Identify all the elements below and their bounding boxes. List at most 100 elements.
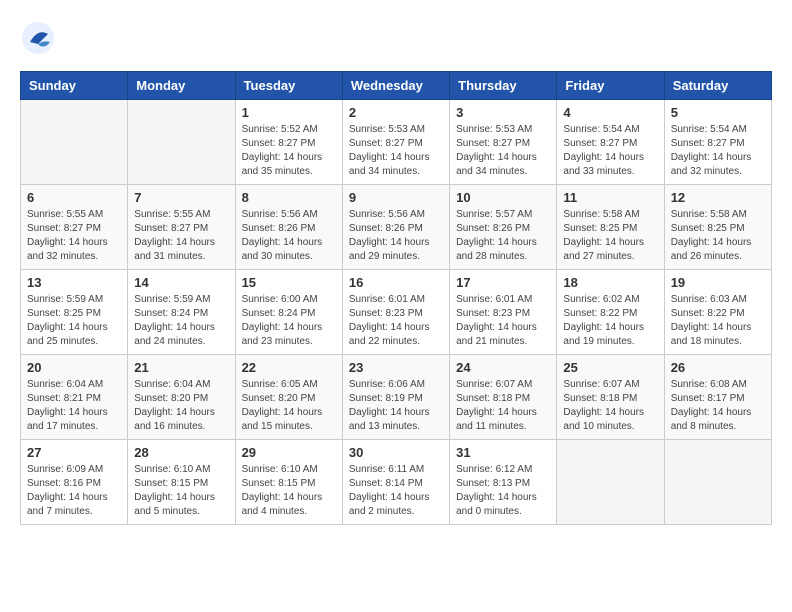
calendar-cell: 21Sunrise: 6:04 AM Sunset: 8:20 PM Dayli…: [128, 355, 235, 440]
calendar-cell: 26 Sunrise: 6:08 AM Sunset: 8:17 PM Dayli…: [664, 355, 771, 440]
day-info: Sunrise: 5:58 AM Sunset: 8:25 PM Dayligh…: [563, 208, 657, 264]
day-number: 14: [134, 275, 228, 290]
day-number: 11: [563, 190, 657, 205]
calendar-cell: [128, 100, 235, 185]
day-info: Sunrise: 6:11 AM Sunset: 8:14 PM Dayligh…: [349, 463, 443, 519]
day-info: Sunrise: 6:04 AM Sunset: 8:20 PM Dayligh…: [134, 378, 228, 434]
day-info: Sunrise: 6:01 AM Sunset: 8:23 PM Dayligh…: [349, 293, 443, 349]
day-info: Sunrise: 5:55 AM Sunset: 8:27 PM Dayligh…: [27, 208, 121, 264]
day-info: Sunrise: 6:07 AM Sunset: 8:18 PM Dayligh…: [563, 378, 657, 434]
calendar-week-5: 27 Sunrise: 6:09 AM Sunset: 8:16 PM Dayli…: [21, 440, 772, 525]
day-number: 13: [27, 275, 121, 290]
day-number: 29: [242, 445, 336, 460]
calendar-cell: 9 Sunrise: 5:56 AM Sunset: 8:26 PM Daylig…: [342, 185, 449, 270]
day-number: 20: [27, 360, 121, 375]
calendar-cell: 1 Sunrise: 5:52 AM Sunset: 8:27 PM Daylig…: [235, 100, 342, 185]
day-info: Sunrise: 6:01 AM Sunset: 8:23 PM Dayligh…: [456, 293, 550, 349]
calendar-cell: 13 Sunrise: 5:59 AM Sunset: 8:25 PM Dayli…: [21, 270, 128, 355]
calendar-header-monday: Monday: [128, 72, 235, 100]
day-info: Sunrise: 5:56 AM Sunset: 8:26 PM Dayligh…: [242, 208, 336, 264]
calendar-cell: [21, 100, 128, 185]
day-info: Sunrise: 5:56 AM Sunset: 8:26 PM Dayligh…: [349, 208, 443, 264]
day-number: 24: [456, 360, 550, 375]
calendar: SundayMondayTuesdayWednesdayThursdayFrid…: [20, 71, 772, 525]
calendar-cell: 23 Sunrise: 6:06 AM Sunset: 8:19 PM Dayli…: [342, 355, 449, 440]
day-info: Sunrise: 6:12 AM Sunset: 8:13 PM Dayligh…: [456, 463, 550, 519]
calendar-cell: 19 Sunrise: 6:03 AM Sunset: 8:22 PM Dayli…: [664, 270, 771, 355]
calendar-cell: 16 Sunrise: 6:01 AM Sunset: 8:23 PM Dayli…: [342, 270, 449, 355]
day-number: 4: [563, 105, 657, 120]
day-number: 19: [671, 275, 765, 290]
day-number: 5: [671, 105, 765, 120]
calendar-cell: 10 Sunrise: 5:57 AM Sunset: 8:26 PM Dayli…: [450, 185, 557, 270]
day-info: Sunrise: 5:59 AM Sunset: 8:24 PM Dayligh…: [134, 293, 228, 349]
day-number: 30: [349, 445, 443, 460]
day-number: 18: [563, 275, 657, 290]
calendar-week-3: 13 Sunrise: 5:59 AM Sunset: 8:25 PM Dayli…: [21, 270, 772, 355]
logo: [20, 20, 60, 61]
calendar-cell: 29 Sunrise: 6:10 AM Sunset: 8:15 PM Dayli…: [235, 440, 342, 525]
day-number: 10: [456, 190, 550, 205]
calendar-header-sunday: Sunday: [21, 72, 128, 100]
day-number: 6: [27, 190, 121, 205]
calendar-cell: 11 Sunrise: 5:58 AM Sunset: 8:25 PM Dayli…: [557, 185, 664, 270]
day-number: 17: [456, 275, 550, 290]
day-info: Sunrise: 6:05 AM Sunset: 8:20 PM Dayligh…: [242, 378, 336, 434]
calendar-cell: 25 Sunrise: 6:07 AM Sunset: 8:18 PM Dayli…: [557, 355, 664, 440]
calendar-cell: 24 Sunrise: 6:07 AM Sunset: 8:18 PM Dayli…: [450, 355, 557, 440]
calendar-week-4: 20Sunrise: 6:04 AM Sunset: 8:21 PM Dayli…: [21, 355, 772, 440]
calendar-header-row: SundayMondayTuesdayWednesdayThursdayFrid…: [21, 72, 772, 100]
day-info: Sunrise: 5:52 AM Sunset: 8:27 PM Dayligh…: [242, 123, 336, 179]
day-info: Sunrise: 5:53 AM Sunset: 8:27 PM Dayligh…: [456, 123, 550, 179]
calendar-cell: 28 Sunrise: 6:10 AM Sunset: 8:15 PM Dayli…: [128, 440, 235, 525]
day-number: 27: [27, 445, 121, 460]
day-number: 22: [242, 360, 336, 375]
day-info: Sunrise: 6:10 AM Sunset: 8:15 PM Dayligh…: [134, 463, 228, 519]
calendar-cell: 12 Sunrise: 5:58 AM Sunset: 8:25 PM Dayli…: [664, 185, 771, 270]
calendar-cell: [664, 440, 771, 525]
calendar-cell: 30 Sunrise: 6:11 AM Sunset: 8:14 PM Dayli…: [342, 440, 449, 525]
day-info: Sunrise: 6:07 AM Sunset: 8:18 PM Dayligh…: [456, 378, 550, 434]
day-info: Sunrise: 6:00 AM Sunset: 8:24 PM Dayligh…: [242, 293, 336, 349]
day-info: Sunrise: 5:58 AM Sunset: 8:25 PM Dayligh…: [671, 208, 765, 264]
calendar-cell: 18 Sunrise: 6:02 AM Sunset: 8:22 PM Dayli…: [557, 270, 664, 355]
day-info: Sunrise: 6:03 AM Sunset: 8:22 PM Dayligh…: [671, 293, 765, 349]
calendar-cell: 14 Sunrise: 5:59 AM Sunset: 8:24 PM Dayli…: [128, 270, 235, 355]
day-number: 9: [349, 190, 443, 205]
header: [20, 20, 772, 61]
calendar-cell: [557, 440, 664, 525]
calendar-cell: 6 Sunrise: 5:55 AM Sunset: 8:27 PM Daylig…: [21, 185, 128, 270]
day-number: 3: [456, 105, 550, 120]
day-info: Sunrise: 5:55 AM Sunset: 8:27 PM Dayligh…: [134, 208, 228, 264]
calendar-cell: 2Sunrise: 5:53 AM Sunset: 8:27 PM Daylig…: [342, 100, 449, 185]
day-number: 31: [456, 445, 550, 460]
calendar-cell: 27 Sunrise: 6:09 AM Sunset: 8:16 PM Dayli…: [21, 440, 128, 525]
day-number: 15: [242, 275, 336, 290]
logo-icon: [20, 20, 56, 56]
day-info: Sunrise: 6:10 AM Sunset: 8:15 PM Dayligh…: [242, 463, 336, 519]
day-number: 23: [349, 360, 443, 375]
day-number: 25: [563, 360, 657, 375]
calendar-cell: 20Sunrise: 6:04 AM Sunset: 8:21 PM Dayli…: [21, 355, 128, 440]
calendar-header-thursday: Thursday: [450, 72, 557, 100]
day-info: Sunrise: 5:57 AM Sunset: 8:26 PM Dayligh…: [456, 208, 550, 264]
calendar-week-1: 1 Sunrise: 5:52 AM Sunset: 8:27 PM Daylig…: [21, 100, 772, 185]
calendar-cell: 17 Sunrise: 6:01 AM Sunset: 8:23 PM Dayli…: [450, 270, 557, 355]
day-info: Sunrise: 6:06 AM Sunset: 8:19 PM Dayligh…: [349, 378, 443, 434]
logo-graphic: [20, 20, 56, 61]
day-info: Sunrise: 5:59 AM Sunset: 8:25 PM Dayligh…: [27, 293, 121, 349]
day-info: Sunrise: 5:53 AM Sunset: 8:27 PM Dayligh…: [349, 123, 443, 179]
day-number: 26: [671, 360, 765, 375]
day-number: 8: [242, 190, 336, 205]
day-info: Sunrise: 6:02 AM Sunset: 8:22 PM Dayligh…: [563, 293, 657, 349]
day-info: Sunrise: 6:09 AM Sunset: 8:16 PM Dayligh…: [27, 463, 121, 519]
day-number: 28: [134, 445, 228, 460]
day-info: Sunrise: 6:08 AM Sunset: 8:17 PM Dayligh…: [671, 378, 765, 434]
day-number: 16: [349, 275, 443, 290]
calendar-header-friday: Friday: [557, 72, 664, 100]
day-number: 12: [671, 190, 765, 205]
calendar-cell: 22 Sunrise: 6:05 AM Sunset: 8:20 PM Dayli…: [235, 355, 342, 440]
day-number: 7: [134, 190, 228, 205]
calendar-cell: 3 Sunrise: 5:53 AM Sunset: 8:27 PM Daylig…: [450, 100, 557, 185]
day-number: 1: [242, 105, 336, 120]
